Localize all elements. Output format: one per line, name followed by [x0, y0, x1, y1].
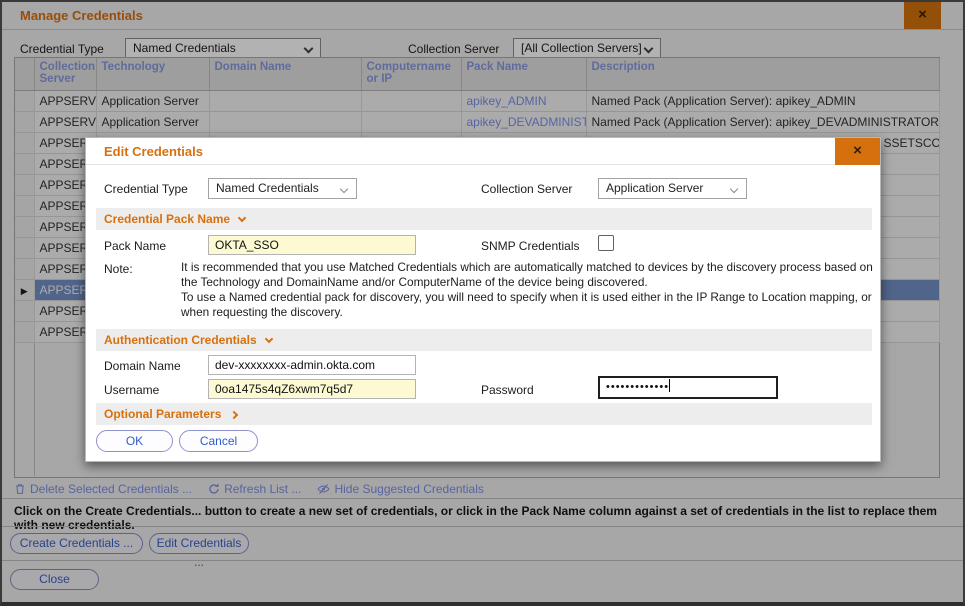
note-paragraph-2: To use a Named credential pack for disco… [181, 290, 886, 320]
section-optional-label: Optional Parameters [104, 407, 221, 421]
chevron-down-icon [340, 185, 348, 193]
snmp-credentials-label: SNMP Credentials [481, 239, 579, 253]
text-caret [669, 379, 670, 392]
note-text: It is recommended that you use Matched C… [181, 260, 886, 320]
dialog-close-button[interactable]: × [835, 138, 880, 165]
dialog-collection-server-value: Application Server [606, 181, 703, 195]
pack-name-label: Pack Name [104, 239, 166, 253]
dialog-title: Edit Credentials [104, 144, 203, 159]
section-pack-label: Credential Pack Name [104, 212, 230, 226]
domain-name-label: Domain Name [104, 359, 181, 373]
manage-credentials-window: Manage Credentials × Credential Type Nam… [0, 0, 965, 606]
snmp-credentials-checkbox[interactable] [598, 235, 614, 251]
password-label: Password [481, 383, 534, 397]
dialog-credential-type-select[interactable]: Named Credentials [208, 178, 357, 199]
section-optional-parameters[interactable]: Optional Parameters [96, 403, 872, 425]
dialog-credential-type-label: Credential Type [104, 182, 188, 196]
section-credential-pack-name[interactable]: Credential Pack Name [96, 208, 872, 230]
chevron-down-icon [238, 214, 246, 222]
close-icon: × [853, 142, 862, 159]
note-label: Note: [104, 262, 133, 276]
chevron-down-icon [265, 335, 273, 343]
chevron-right-icon [229, 411, 237, 419]
section-authentication-credentials[interactable]: Authentication Credentials [96, 329, 872, 351]
section-auth-label: Authentication Credentials [104, 333, 257, 347]
dialog-titlebar: Edit Credentials [86, 138, 880, 165]
password-masked-value: ••••••••••••• [606, 381, 669, 393]
ok-button[interactable]: OK [96, 430, 173, 452]
dialog-collection-server-select[interactable]: Application Server [598, 178, 747, 199]
domain-name-input[interactable]: dev-xxxxxxxx-admin.okta.com [208, 355, 416, 375]
pack-name-input[interactable]: OKTA_SSO [208, 235, 416, 255]
note-paragraph-1: It is recommended that you use Matched C… [181, 260, 886, 290]
cancel-button[interactable]: Cancel [179, 430, 258, 452]
username-input[interactable]: 0oa1475s4qZ6xwm7q5d7 [208, 379, 416, 399]
password-input[interactable]: ••••••••••••• [598, 376, 778, 399]
dialog-collection-server-label: Collection Server [481, 182, 572, 196]
edit-credentials-dialog: Edit Credentials × Credential Type Named… [85, 137, 881, 462]
dialog-credential-type-value: Named Credentials [216, 181, 319, 195]
username-label: Username [104, 383, 159, 397]
chevron-down-icon [730, 185, 738, 193]
